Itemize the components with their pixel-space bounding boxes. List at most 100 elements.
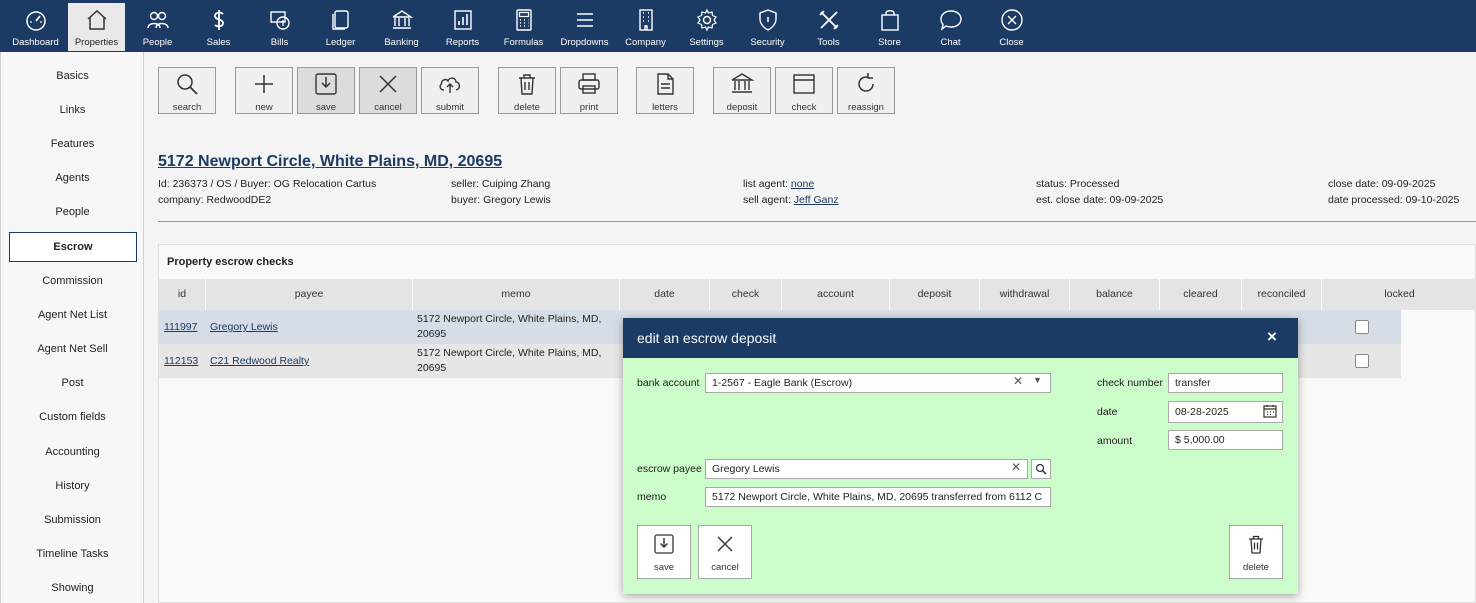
column-header-payee[interactable]: payee <box>206 279 413 310</box>
shield-icon <box>758 9 777 31</box>
sell-agent-link[interactable]: Jeff Ganz <box>794 194 839 206</box>
search-icon <box>177 74 198 95</box>
row-id: 111997 <box>164 310 197 344</box>
sidebar-item-agent-net-sell[interactable]: Agent Net Sell <box>1 343 144 355</box>
x-icon <box>717 536 733 552</box>
check-number-input[interactable]: transfer <box>1168 373 1283 393</box>
bank-icon <box>731 73 755 93</box>
nav-banking[interactable]: Banking <box>371 3 432 51</box>
sidebar-item-agent-net-list[interactable]: Agent Net List <box>1 309 144 321</box>
column-header-cleared[interactable]: cleared <box>1160 279 1242 310</box>
list-agent-link[interactable]: none <box>791 178 814 190</box>
row-payee: Gregory Lewis <box>210 310 278 344</box>
nav-ledger[interactable]: Ledger <box>310 3 371 51</box>
dashboard-icon <box>25 11 46 31</box>
search-button[interactable]: search <box>158 67 216 114</box>
dialog-save-button[interactable]: save <box>637 525 691 579</box>
property-date-processed: date processed: 09-10-2025 <box>1328 194 1460 206</box>
row-payee-link[interactable]: Gregory Lewis <box>210 321 278 333</box>
reassign-button[interactable]: reassign <box>837 67 895 114</box>
nav-settings[interactable]: Settings <box>676 3 737 51</box>
memo-input[interactable]: 5172 Newport Circle, White Plains, MD, 2… <box>705 487 1051 507</box>
print-button[interactable]: print <box>560 67 618 114</box>
column-header-id[interactable]: id <box>159 279 206 310</box>
people-icon <box>146 11 169 29</box>
sidebar-item-showing[interactable]: Showing <box>1 582 144 594</box>
property-est-close-date: est. close date: 09-09-2025 <box>1036 194 1164 206</box>
trash-icon <box>519 74 535 95</box>
escrow-payee-input[interactable]: Gregory Lewis <box>705 459 1028 479</box>
nav-people[interactable]: People <box>127 3 188 51</box>
nav-bills[interactable]: Bills <box>249 3 310 51</box>
memo-label: memo <box>637 491 667 503</box>
sidebar-item-commission[interactable]: Commission <box>1 275 144 287</box>
bank-account-select[interactable]: 1-2567 - Eagle Bank (Escrow) <box>705 373 1051 393</box>
sidebar-item-post[interactable]: Post <box>1 377 144 389</box>
property-id-line: Id: 236373 / OS / Buyer: OG Relocation C… <box>158 178 377 190</box>
check-button[interactable]: check <box>775 67 833 114</box>
sidebar-item-basics[interactable]: Basics <box>1 70 144 82</box>
nav-sales[interactable]: Sales <box>188 3 249 51</box>
column-header-memo[interactable]: memo <box>413 279 620 310</box>
amount-input[interactable]: $ 5,000.00 <box>1168 430 1283 450</box>
nav-dropdowns[interactable]: Dropdowns <box>554 3 615 51</box>
column-header-check[interactable]: check <box>710 279 782 310</box>
dialog-header: edit an escrow deposit × <box>623 318 1298 358</box>
submit-button[interactable]: submit <box>421 67 479 114</box>
nav-dashboard[interactable]: Dashboard <box>5 3 66 51</box>
letters-button[interactable]: letters <box>636 67 694 114</box>
sidebar-item-links[interactable]: Links <box>1 104 144 116</box>
row-id: 112153 <box>164 344 198 378</box>
nav-close[interactable]: Close <box>981 3 1042 51</box>
sidebar-item-history[interactable]: History <box>1 480 144 492</box>
column-header-withdrawal[interactable]: withdrawal <box>980 279 1070 310</box>
clear-icon[interactable]: ✕ <box>1011 460 1021 474</box>
cancel-button[interactable]: cancel <box>359 67 417 114</box>
sidebar-item-accounting[interactable]: Accounting <box>1 446 144 458</box>
plus-icon <box>255 75 273 93</box>
sidebar-item-people[interactable]: People <box>1 206 144 218</box>
nav-chat[interactable]: Chat <box>920 3 981 51</box>
save-button[interactable]: save <box>297 67 355 114</box>
column-header-account[interactable]: account <box>782 279 890 310</box>
column-header-balance[interactable]: balance <box>1070 279 1160 310</box>
column-header-date[interactable]: date <box>620 279 710 310</box>
property-title[interactable]: 5172 Newport Circle, White Plains, MD, 2… <box>158 153 502 171</box>
nav-reports[interactable]: Reports <box>432 3 493 51</box>
locked-checkbox[interactable] <box>1355 320 1369 334</box>
payee-search-button[interactable] <box>1031 459 1051 479</box>
row-id-link[interactable]: 111997 <box>164 321 197 333</box>
nav-security[interactable]: Security <box>737 3 798 51</box>
clear-icon[interactable]: ✕ <box>1013 374 1023 388</box>
row-id-link[interactable]: 112153 <box>164 355 198 367</box>
property-buyer: buyer: Gregory Lewis <box>451 194 551 206</box>
close-icon[interactable]: × <box>1267 327 1277 347</box>
gear-icon <box>696 8 717 32</box>
delete-button[interactable]: delete <box>498 67 556 114</box>
sidebar-item-features[interactable]: Features <box>1 138 144 150</box>
locked-checkbox[interactable] <box>1355 354 1369 368</box>
dialog-cancel-button[interactable]: cancel <box>698 525 752 579</box>
nav-properties[interactable]: Properties <box>68 3 125 51</box>
amount-label: amount <box>1097 435 1133 447</box>
deposit-button[interactable]: deposit <box>713 67 771 114</box>
column-header-locked[interactable]: locked <box>1322 279 1476 310</box>
nav-store[interactable]: Store <box>859 3 920 51</box>
dialog-delete-button[interactable]: delete <box>1229 525 1283 579</box>
sidebar-item-escrow[interactable]: Escrow <box>9 232 137 262</box>
sidebar-item-submission[interactable]: Submission <box>1 514 144 526</box>
column-header-deposit[interactable]: deposit <box>890 279 980 310</box>
nav-tools[interactable]: Tools <box>798 3 859 51</box>
sidebar-item-timeline-tasks[interactable]: Timeline Tasks <box>1 548 144 560</box>
sidebar-item-custom-fields[interactable]: Custom fields <box>1 411 144 423</box>
bank-account-label: bank account <box>637 377 700 389</box>
row-payee-link[interactable]: C21 Redwood Realty <box>210 355 309 367</box>
nav-company[interactable]: Company <box>615 3 676 51</box>
sidebar-item-agents[interactable]: Agents <box>1 172 144 184</box>
column-header-reconciled[interactable]: reconciled <box>1242 279 1322 310</box>
calendar-icon[interactable] <box>1263 404 1277 418</box>
nav-formulas[interactable]: Formulas <box>493 3 554 51</box>
new-button[interactable]: new <box>235 67 293 114</box>
close-icon <box>1000 9 1023 31</box>
chevron-down-icon[interactable]: ▼ <box>1033 375 1042 385</box>
